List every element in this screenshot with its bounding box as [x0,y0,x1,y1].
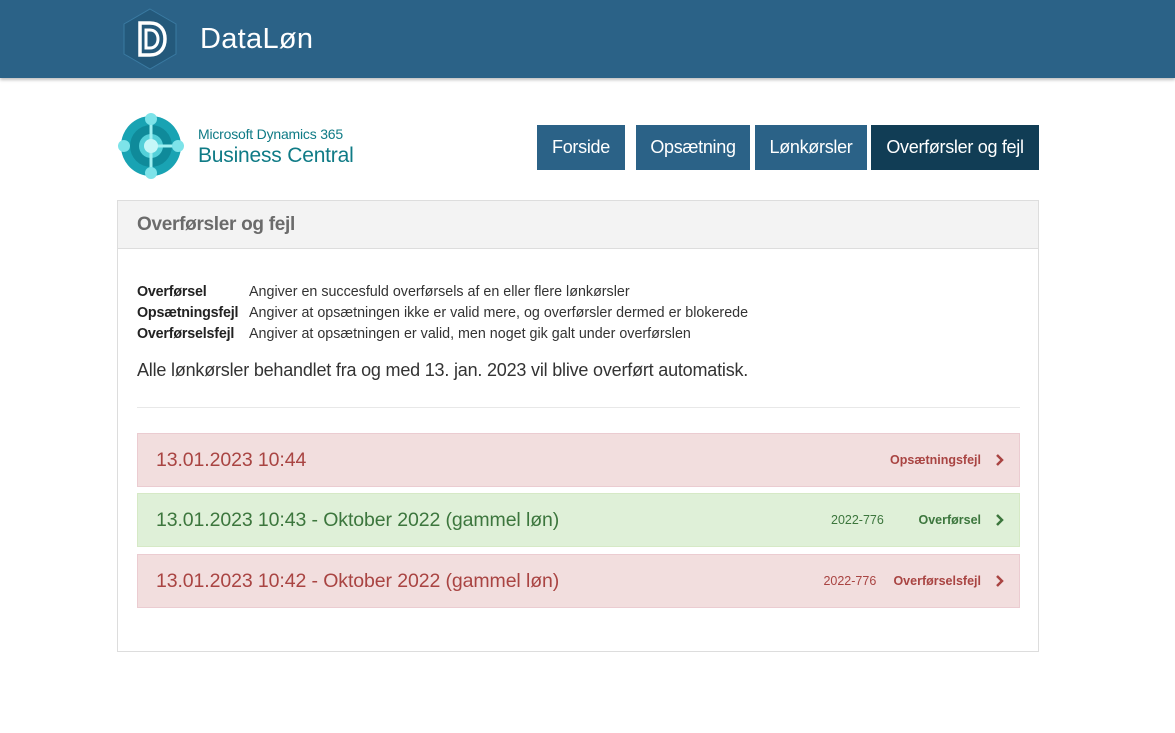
legend-description: Angiver at opsætningen er valid, men nog… [249,326,691,342]
nav-forside-button[interactable]: Forside [537,125,625,170]
entry-code: 2022-776 [831,513,884,527]
auto-transfer-notice: Alle lønkørsler behandlet fra og med 13.… [137,360,749,380]
entry-code: 2022-776 [823,574,877,588]
legend-term: Overførsel [137,284,207,300]
legend-term: Overførselsfejl [137,326,235,342]
legend-description: Angiver en succesfuld overførsels af en … [249,284,630,300]
app-name: DataLøn [200,22,314,55]
legend-term: Opsætningsfejl [137,305,239,321]
entry-status: Overførselsfejl [893,574,981,588]
nav-opsaetning-button[interactable]: Opsætning [636,125,750,170]
datalon-logo-icon [123,8,177,70]
transfer-entry[interactable]: 13.01.2023 10:42 - Oktober 2022 (gammel … [137,554,1020,608]
transfer-entry[interactable]: 13.01.2023 10:44 Opsætningsfejl [137,433,1020,487]
product-logo: Microsoft Dynamics 365 Business Central [117,112,354,180]
entry-title: 13.01.2023 10:43 - Oktober 2022 (gammel … [156,508,560,531]
main-nav: Forside Opsætning Lønkørsler Overførsler… [532,125,1039,170]
chevron-right-icon [981,454,1019,466]
legend-row: Overførsel Angiver en succesfuld overfør… [137,282,748,303]
transfer-entry[interactable]: 13.01.2023 10:43 - Oktober 2022 (gammel … [137,493,1020,547]
entry-status: Overførsel [918,513,981,527]
chevron-right-icon [981,514,1019,526]
status-legend: Overførsel Angiver en succesfuld overfør… [137,282,748,345]
entry-title: 13.01.2023 10:42 - Oktober 2022 (gammel … [156,569,560,592]
sub-header: Microsoft Dynamics 365 Business Central … [117,112,1039,182]
legend-row: Overførselsfejl Angiver at opsætningen e… [137,324,748,345]
divider [137,407,1020,408]
brand[interactable]: DataLøn [119,8,313,70]
transfers-panel: Overførsler og fejl Overførsel Angiver e… [117,200,1039,652]
top-bar: DataLøn [0,0,1175,78]
legend-description: Angiver at opsætningen ikke er valid mer… [249,305,749,321]
product-line2: Business Central [198,143,354,167]
nav-overforsler-button[interactable]: Overførsler og fejl [871,125,1039,170]
panel-title: Overførsler og fejl [118,201,1038,249]
nav-lonkorsler-button[interactable]: Lønkørsler [755,125,867,170]
product-line1: Microsoft Dynamics 365 [198,125,343,142]
legend-row: Opsætningsfejl Angiver at opsætningen ik… [137,303,748,324]
chevron-right-icon [981,575,1019,587]
entry-title: 13.01.2023 10:44 [156,448,307,471]
entry-status: Opsætningsfejl [890,453,981,467]
product-name: Microsoft Dynamics 365 Business Central [198,127,354,166]
business-central-logo-icon [118,113,184,179]
